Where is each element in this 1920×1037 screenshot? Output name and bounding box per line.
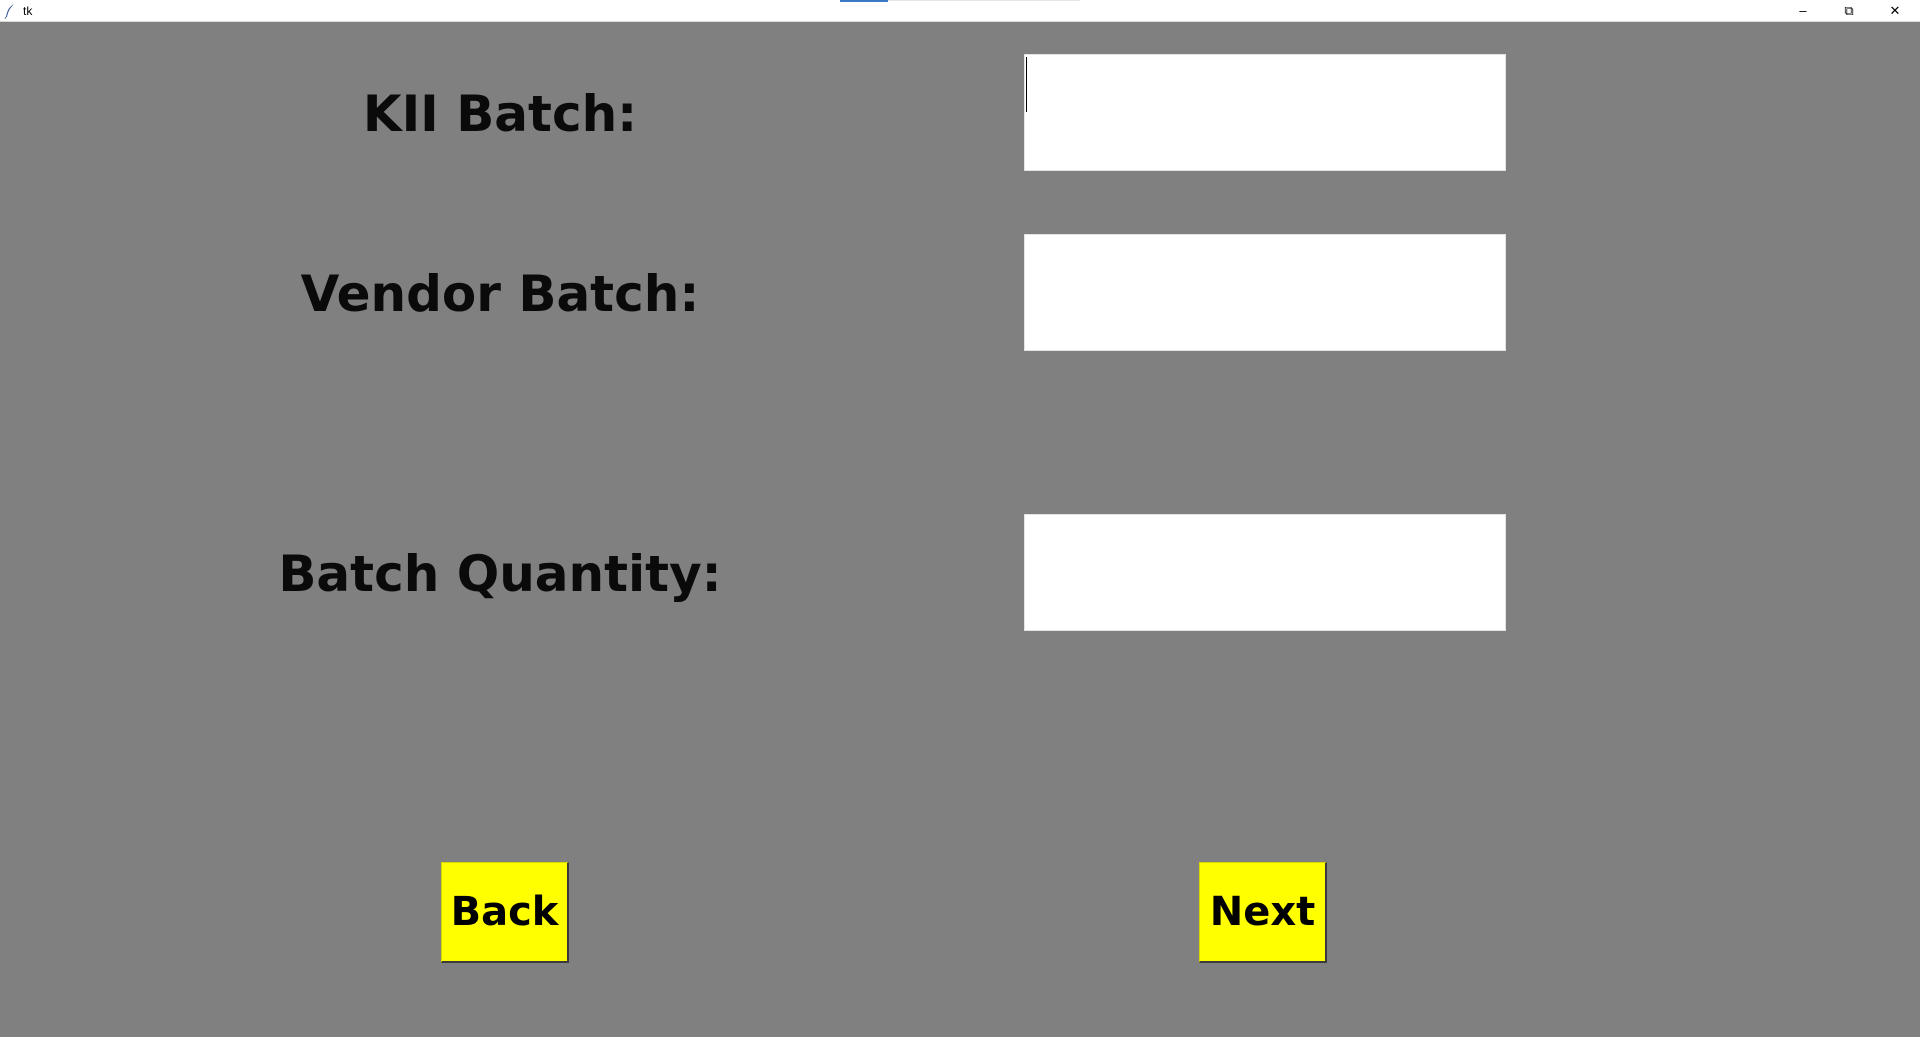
- minimize-icon: –: [1799, 3, 1807, 18]
- restore-icon: ⧉: [1844, 2, 1854, 18]
- back-button[interactable]: Back: [441, 862, 569, 963]
- kii-batch-label: KII Batch:: [362, 85, 638, 143]
- feather-icon: [4, 4, 14, 19]
- title-bar[interactable]: tk – ⧉ ✕: [0, 0, 1920, 22]
- taskbar-strip: [888, 0, 1080, 1]
- app-window: tk – ⧉ ✕ KII Batch: Vendor Batch: Batch …: [0, 0, 1920, 1037]
- next-button[interactable]: Next: [1199, 862, 1327, 963]
- kii-batch-input[interactable]: [1024, 54, 1506, 171]
- batch-quantity-input[interactable]: [1024, 514, 1506, 631]
- vendor-batch-label: Vendor Batch:: [300, 265, 700, 323]
- minimize-button[interactable]: –: [1780, 0, 1826, 21]
- taskbar-highlight: [840, 0, 888, 2]
- batch-quantity-label: Batch Quantity:: [278, 545, 722, 603]
- vendor-batch-input[interactable]: [1024, 234, 1506, 351]
- close-icon: ✕: [1889, 2, 1901, 18]
- restore-button[interactable]: ⧉: [1826, 0, 1872, 21]
- close-button[interactable]: ✕: [1872, 0, 1918, 21]
- window-title: tk: [23, 4, 33, 18]
- text-cursor: [1026, 57, 1027, 112]
